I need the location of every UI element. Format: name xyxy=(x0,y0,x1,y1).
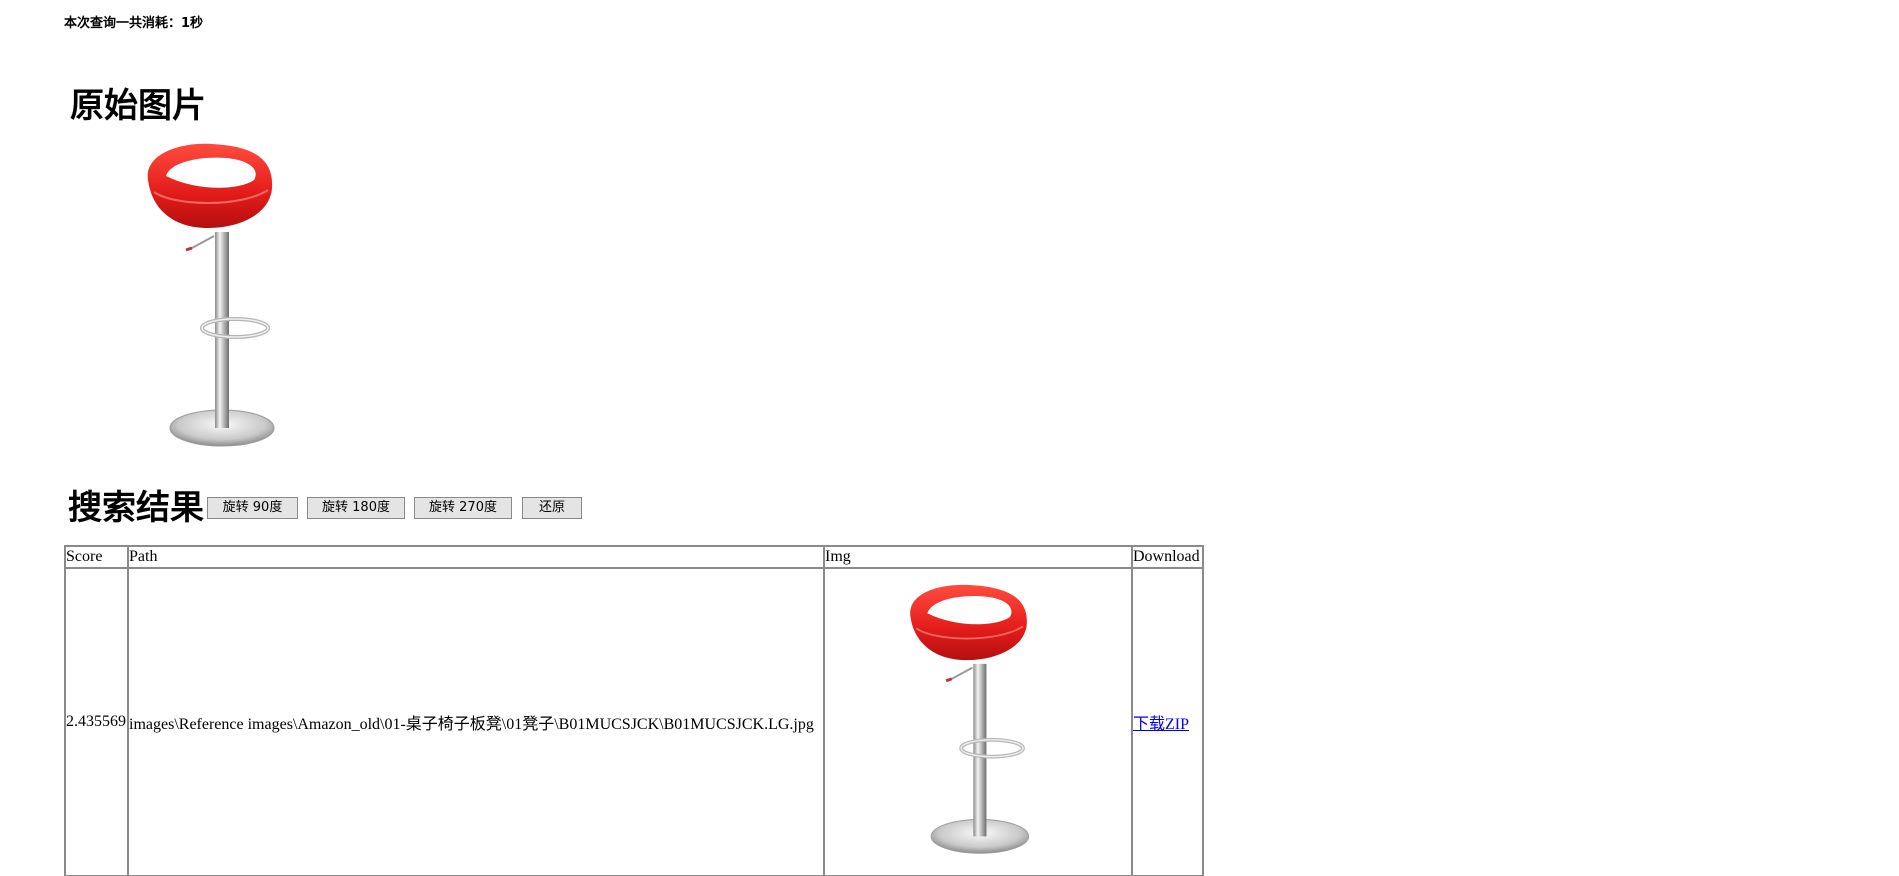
download-cell: 下载ZIP xyxy=(1131,567,1204,876)
result-image[interactable] xyxy=(903,572,1053,872)
original-image-heading: 原始图片 xyxy=(70,86,206,126)
reset-rotation-button[interactable]: 还原 xyxy=(522,497,582,519)
query-time-text: 本次查询一共消耗：1秒 xyxy=(64,16,204,31)
rotate-90-button[interactable]: 旋转 90度 xyxy=(207,497,298,519)
path-cell: images\Reference images\Amazon_old\01-桌子… xyxy=(127,567,825,876)
rotate-180-button[interactable]: 旋转 180度 xyxy=(307,497,405,519)
search-results-heading: 搜索结果 xyxy=(68,488,204,528)
score-header: Score xyxy=(64,545,129,569)
download-header: Download xyxy=(1131,545,1204,569)
table-row: 2.435569 images\Reference images\Amazon_… xyxy=(64,567,1204,876)
download-zip-link[interactable]: 下载ZIP xyxy=(1133,716,1189,733)
original-image xyxy=(147,143,275,447)
result-image-cell xyxy=(823,567,1133,876)
results-table: Score Path Img Download 2.435569 images\… xyxy=(64,545,1204,876)
path-header: Path xyxy=(127,545,825,569)
table-header-row: Score Path Img Download xyxy=(64,545,1204,569)
img-header: Img xyxy=(823,545,1133,569)
score-cell: 2.435569 xyxy=(64,567,129,876)
rotate-270-button[interactable]: 旋转 270度 xyxy=(414,497,512,519)
